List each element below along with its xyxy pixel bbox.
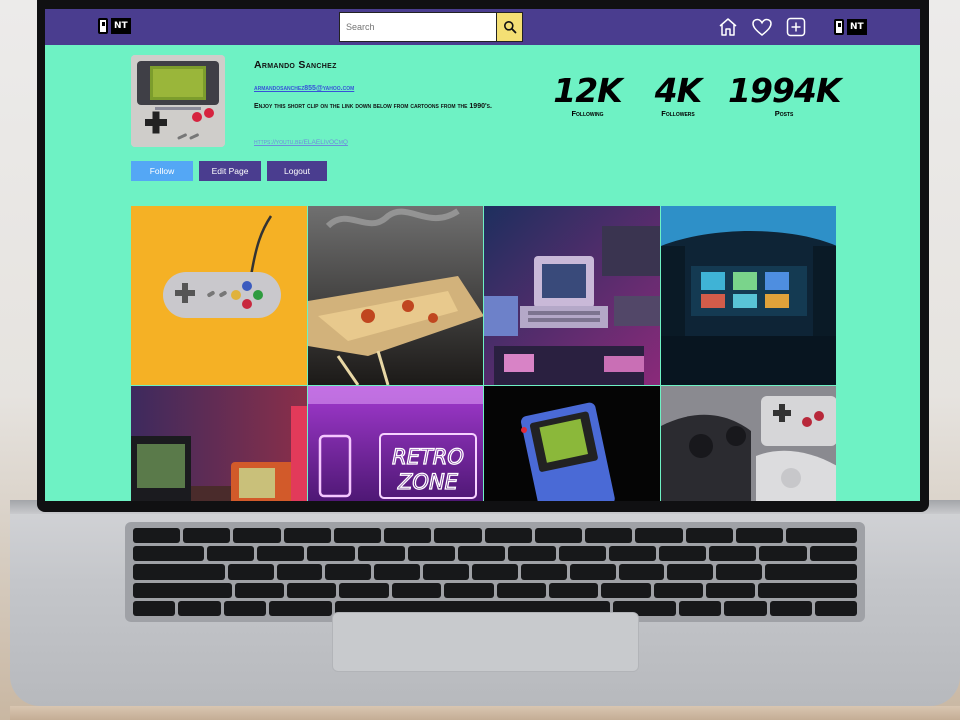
profile-avatar [131, 55, 225, 147]
controllers-image [660, 386, 836, 501]
stat-followers-value: 4K [654, 71, 703, 110]
add-post-icon [786, 17, 806, 37]
post-tile[interactable] [660, 386, 836, 501]
table-surface [10, 706, 960, 720]
post-tile[interactable]: RETRO ZONE [307, 386, 483, 501]
retro-computers-image [484, 206, 660, 385]
stat-following[interactable]: 12K Following [550, 71, 625, 119]
add-post-button[interactable] [784, 15, 808, 39]
edit-page-button[interactable]: Edit Page [199, 161, 261, 181]
logo-text: NT [847, 19, 867, 35]
profile-video-link[interactable]: https://youtu.be/ELAELIvOCmQ [254, 139, 348, 146]
zone-sign-text: ZONE [397, 470, 459, 494]
follow-button[interactable]: Follow [131, 161, 193, 181]
post-tile[interactable] [307, 206, 483, 385]
stat-following-label: Following [571, 109, 604, 118]
post-tile[interactable] [484, 206, 660, 385]
laptop-screen: NT Search NT Armando Sanchez armandosanc… [45, 9, 920, 501]
laptop-keyboard [125, 522, 865, 622]
search-input[interactable] [339, 12, 497, 42]
logout-button[interactable]: Logout [267, 161, 327, 181]
post-tile[interactable] [131, 206, 307, 385]
heart-icon [752, 18, 772, 36]
home-icon [719, 18, 737, 36]
stat-posts-label: Posts [774, 109, 794, 118]
home-button[interactable] [716, 15, 740, 39]
retro-tvs-image [131, 386, 307, 501]
gameboy-image [484, 386, 660, 501]
gamepad-logo-icon [834, 19, 844, 35]
pizza-image [307, 206, 483, 385]
post-tile[interactable] [660, 206, 836, 385]
gamepad-logo-icon [98, 18, 108, 34]
profile-email-link[interactable]: armandosanchez855@yahoo.com [254, 85, 354, 92]
logo-text: NT [111, 18, 131, 34]
laptop-trackpad [332, 612, 639, 672]
profile-menu-logo[interactable]: NT [834, 17, 867, 37]
site-logo[interactable]: NT [98, 16, 131, 36]
likes-button[interactable] [750, 15, 774, 39]
stat-followers-label: Followers [661, 109, 695, 118]
snes-controller-image [131, 206, 307, 385]
posts-grid: RETRO ZONE [131, 206, 836, 501]
retro-zone-sign-image: RETRO ZONE [307, 386, 483, 501]
stat-following-value: 12K [553, 71, 623, 110]
post-tile[interactable] [484, 386, 660, 501]
search-bar [339, 12, 523, 42]
gameboy-avatar-image [131, 55, 225, 147]
nav-actions: NT [716, 15, 867, 39]
post-tile[interactable] [131, 386, 307, 501]
retro-sign-text: RETRO [392, 445, 464, 469]
stat-posts-value: 1994K [728, 71, 841, 110]
profile-bio: Enjoy this short clip on the link down b… [254, 103, 492, 110]
navbar: NT Search NT [45, 9, 920, 45]
search-icon [503, 21, 516, 34]
profile-name: Armando Sanchez [254, 59, 337, 71]
stat-followers[interactable]: 4K Followers [643, 71, 713, 119]
search-button[interactable] [497, 12, 523, 42]
arcade-room-image [660, 206, 836, 385]
laptop-base [10, 500, 960, 706]
stat-posts[interactable]: 1994K Posts [728, 71, 841, 119]
